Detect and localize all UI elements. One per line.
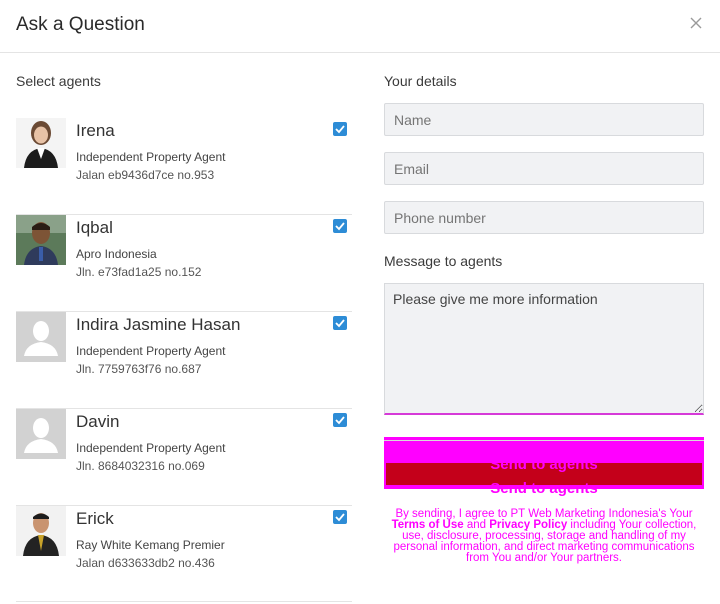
agent-name: Indira Jasmine Hasan (76, 315, 241, 334)
agent-company: Independent Property Agent (76, 441, 226, 455)
checkmark-icon (335, 319, 345, 328)
agent-address: Jln. e73fad1a25 no.152 (76, 265, 202, 279)
agent-address: Jln. 7759763f76 no.687 (76, 362, 202, 376)
message-textarea[interactable] (384, 283, 704, 415)
agent-name: Davin (76, 412, 120, 431)
phone-field[interactable] (384, 201, 704, 234)
agent-photo-placeholder (16, 409, 66, 459)
select-agents-label: Select agents (16, 73, 101, 89)
agent-company: Ray White Kemang Premier (76, 538, 225, 552)
user-icon (16, 409, 66, 459)
agent-checkbox[interactable] (333, 219, 347, 233)
agent-checkbox[interactable] (333, 122, 347, 136)
agent-company: Apro Indonesia (76, 247, 157, 261)
list-divider (16, 601, 352, 602)
agent-item-iqbal[interactable]: Iqbal Apro Indonesia Jln. e73fad1a25 no.… (16, 215, 352, 312)
checkmark-icon (335, 513, 345, 522)
dialog-header: Ask a Question (0, 0, 720, 53)
agent-address: Jalan d633633db2 no.436 (76, 556, 215, 570)
checkmark-icon (335, 222, 345, 231)
agent-item-davin[interactable]: Davin Independent Property Agent Jln. 86… (16, 409, 352, 506)
dialog-title: Ask a Question (16, 14, 145, 35)
agent-name: Erick (76, 509, 114, 528)
agent-item-indira[interactable]: Indira Jasmine Hasan Independent Propert… (16, 312, 352, 409)
message-label: Message to agents (384, 253, 503, 269)
send-button-label-echo: Send to agents (490, 480, 598, 497)
terms-notice: By sending, I agree to PT Web Marketing … (384, 508, 704, 564)
agent-photo (16, 215, 66, 265)
agent-company: Independent Property Agent (76, 344, 226, 358)
your-details-label: Your details (384, 73, 457, 89)
agent-photo (16, 118, 66, 168)
agent-name: Iqbal (76, 218, 113, 237)
send-button-label: Send to agents (490, 456, 598, 473)
agent-checkbox[interactable] (333, 413, 347, 427)
name-field[interactable] (384, 103, 704, 136)
email-field[interactable] (384, 152, 704, 185)
agent-address: Jln. 8684032316 no.069 (76, 459, 205, 473)
agent-name: Irena (76, 121, 115, 140)
agent-checkbox[interactable] (333, 316, 347, 330)
user-icon (16, 312, 66, 362)
agent-item-erick[interactable]: Erick Ray White Kemang Premier Jalan d63… (16, 506, 352, 603)
close-icon[interactable] (688, 15, 704, 31)
agent-item-irena[interactable]: Irena Independent Property Agent Jalan e… (16, 118, 352, 215)
button-top-line (384, 440, 704, 441)
agent-company: Independent Property Agent (76, 150, 226, 164)
agent-photo (16, 506, 66, 556)
checkmark-icon (335, 416, 345, 425)
agent-photo-placeholder (16, 312, 66, 362)
checkmark-icon (335, 125, 345, 134)
agent-address: Jalan eb9436d7ce no.953 (76, 168, 215, 182)
send-to-agents-button[interactable]: Send to agents Send to agents (384, 437, 704, 497)
agent-checkbox[interactable] (333, 510, 347, 524)
